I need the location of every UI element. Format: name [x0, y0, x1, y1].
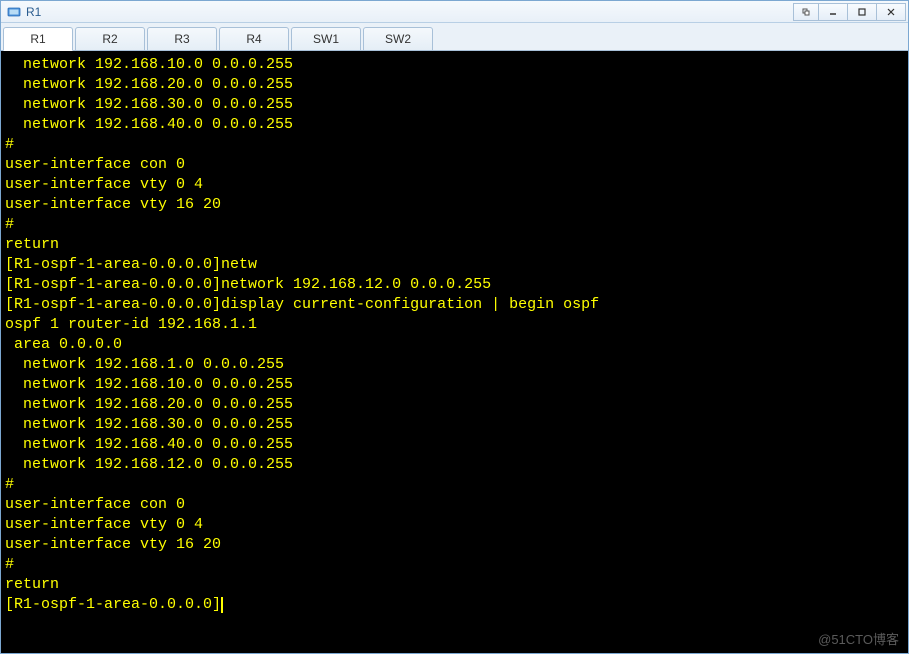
tab-label: SW2 [385, 32, 411, 46]
tab-sw2[interactable]: SW2 [363, 27, 433, 51]
tab-label: R2 [102, 32, 117, 46]
terminal-cursor [221, 597, 223, 613]
maximize-button[interactable] [847, 3, 877, 21]
titlebar-left: R1 [7, 5, 41, 19]
tab-r3[interactable]: R3 [147, 27, 217, 51]
popout-button[interactable] [793, 3, 819, 21]
terminal[interactable]: network 192.168.10.0 0.0.0.255 network 1… [1, 51, 908, 653]
tab-r4[interactable]: R4 [219, 27, 289, 51]
tab-label: R1 [30, 32, 45, 46]
tab-r2[interactable]: R2 [75, 27, 145, 51]
window-controls [794, 3, 906, 21]
minimize-button[interactable] [818, 3, 848, 21]
tab-sw1[interactable]: SW1 [291, 27, 361, 51]
terminal-prompt: [R1-ospf-1-area-0.0.0.0] [5, 596, 221, 613]
titlebar: R1 [1, 1, 908, 23]
close-button[interactable] [876, 3, 906, 21]
window-title: R1 [26, 5, 41, 19]
tab-label: R3 [174, 32, 189, 46]
app-icon [7, 5, 21, 19]
tab-label: SW1 [313, 32, 339, 46]
tabbar: R1 R2 R3 R4 SW1 SW2 [1, 23, 908, 51]
watermark: @51CTO博客 [818, 629, 899, 648]
tab-label: R4 [246, 32, 261, 46]
tab-r1[interactable]: R1 [3, 27, 73, 51]
